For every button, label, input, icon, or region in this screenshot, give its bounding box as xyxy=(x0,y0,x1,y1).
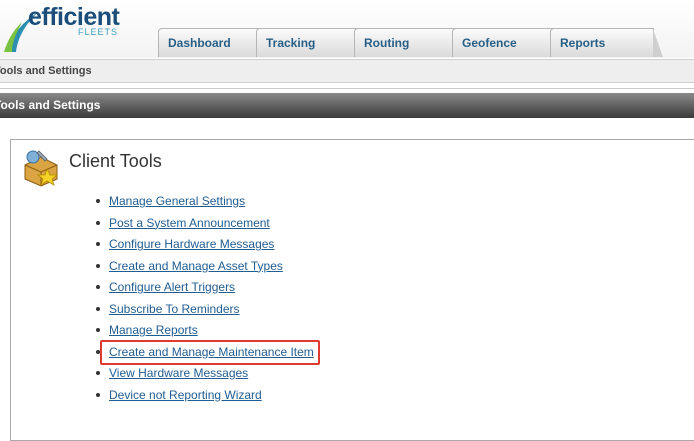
list-item: Manage Reports xyxy=(95,322,314,344)
link-manage-reports[interactable]: Manage Reports xyxy=(109,323,198,337)
tab-label: Routing xyxy=(364,36,410,50)
link-configure-hardware-messages[interactable]: Configure Hardware Messages xyxy=(109,237,274,251)
app-header: efficient FLEETS Dashboard Tracking Rout… xyxy=(0,0,694,58)
link-subscribe-reminders[interactable]: Subscribe To Reminders xyxy=(109,302,240,316)
link-manage-general-settings[interactable]: Manage General Settings xyxy=(109,194,245,208)
tab-label: Tracking xyxy=(266,36,316,50)
list-item: Post a System Announcement xyxy=(95,215,314,237)
logo-subtitle: FLEETS xyxy=(78,27,119,37)
list-item: View Hardware Messages xyxy=(95,365,314,387)
breadcrumb-text: Tools and Settings xyxy=(0,65,92,77)
divider xyxy=(0,88,694,89)
link-configure-alert-triggers[interactable]: Configure Alert Triggers xyxy=(109,280,235,294)
breadcrumb: Tools and Settings xyxy=(0,59,694,83)
section-header: Tools and Settings xyxy=(0,93,694,118)
link-manage-asset-types[interactable]: Create and Manage Asset Types xyxy=(109,259,283,273)
tab-label: Dashboard xyxy=(168,36,231,50)
tab-tracking[interactable]: Tracking xyxy=(256,28,360,57)
list-item: Manage General Settings xyxy=(95,193,314,215)
efficient-fleets-logo[interactable]: efficient FLEETS xyxy=(0,2,150,54)
link-view-hardware-messages[interactable]: View Hardware Messages xyxy=(109,366,248,380)
link-device-not-reporting-wizard[interactable]: Device not Reporting Wizard xyxy=(109,388,262,402)
tab-geofence[interactable]: Geofence xyxy=(452,28,556,57)
link-manage-maintenance-item[interactable]: Create and Manage Maintenance Item xyxy=(109,345,314,359)
tab-reports[interactable]: Reports xyxy=(550,28,663,57)
section-title: Tools and Settings xyxy=(0,98,101,112)
tab-routing[interactable]: Routing xyxy=(354,28,458,57)
list-item: Subscribe To Reminders xyxy=(95,301,314,323)
tab-label: Geofence xyxy=(462,36,517,50)
toolbox-icon xyxy=(24,150,59,187)
list-item: Create and Manage Asset Types xyxy=(95,258,314,280)
list-item: Configure Hardware Messages xyxy=(95,236,314,258)
list-item: Create and Manage Maintenance Item xyxy=(95,344,314,366)
client-tools-panel: Client Tools Manage General Settings Pos… xyxy=(10,139,694,441)
tab-fold xyxy=(653,29,663,57)
list-item: Device not Reporting Wizard xyxy=(95,387,314,409)
tab-label: Reports xyxy=(560,36,606,50)
list-item: Configure Alert Triggers xyxy=(95,279,314,301)
panel-title: Client Tools xyxy=(69,151,162,171)
tab-dashboard[interactable]: Dashboard xyxy=(158,28,262,57)
link-post-system-announcement[interactable]: Post a System Announcement xyxy=(109,216,270,230)
tools-list: Manage General Settings Post a System An… xyxy=(95,193,314,408)
